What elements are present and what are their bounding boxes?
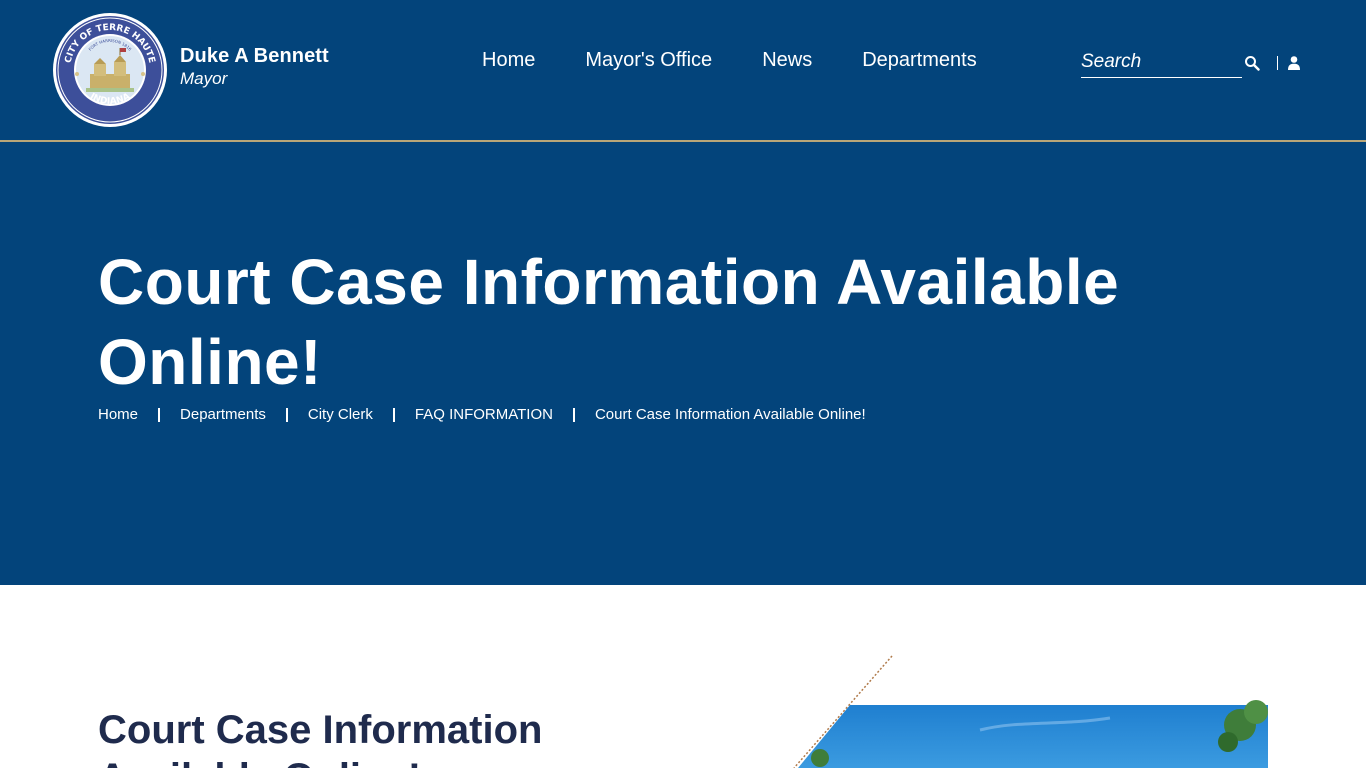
article-photo bbox=[793, 655, 1268, 768]
nav-departments[interactable]: Departments bbox=[862, 46, 977, 74]
page-hero: Court Case Information Available Online!… bbox=[0, 142, 1366, 585]
header-divider bbox=[1277, 56, 1278, 70]
page-title: Court Case Information Available Online! bbox=[98, 246, 1120, 398]
breadcrumb: Home Departments City Clerk FAQ INFORMAT… bbox=[98, 406, 866, 423]
breadcrumb-separator bbox=[572, 407, 575, 422]
mayor-name: Duke A Bennett bbox=[180, 45, 329, 67]
site-header: CITY OF TERRE HAUTE INDIANA FORT HARRISO… bbox=[0, 0, 1366, 142]
search-icon[interactable] bbox=[1244, 55, 1260, 71]
search-box bbox=[1081, 48, 1242, 78]
user-icon[interactable] bbox=[1287, 55, 1301, 71]
mayor-title: Mayor bbox=[180, 69, 228, 88]
search-input[interactable] bbox=[1081, 48, 1242, 76]
city-seal-logo[interactable]: CITY OF TERRE HAUTE INDIANA FORT HARRISO… bbox=[52, 12, 168, 128]
brand-block[interactable]: Duke A Bennett Mayor bbox=[180, 44, 329, 90]
breadcrumb-home[interactable]: Home bbox=[98, 406, 138, 423]
breadcrumb-faq-information[interactable]: FAQ INFORMATION bbox=[415, 406, 553, 423]
nav-mayors-office[interactable]: Mayor's Office bbox=[585, 46, 712, 74]
nav-news[interactable]: News bbox=[762, 46, 812, 74]
nav-home[interactable]: Home bbox=[482, 46, 535, 74]
article-heading: Court Case Information Available Online! bbox=[98, 708, 543, 768]
breadcrumb-separator bbox=[285, 407, 288, 422]
breadcrumb-city-clerk[interactable]: City Clerk bbox=[308, 406, 373, 423]
main-nav: Home Mayor's Office News Departments bbox=[482, 46, 977, 74]
breadcrumb-departments[interactable]: Departments bbox=[180, 406, 266, 423]
breadcrumb-separator bbox=[158, 407, 161, 422]
breadcrumb-current: Court Case Information Available Online! bbox=[594, 406, 866, 423]
breadcrumb-separator bbox=[392, 407, 395, 422]
